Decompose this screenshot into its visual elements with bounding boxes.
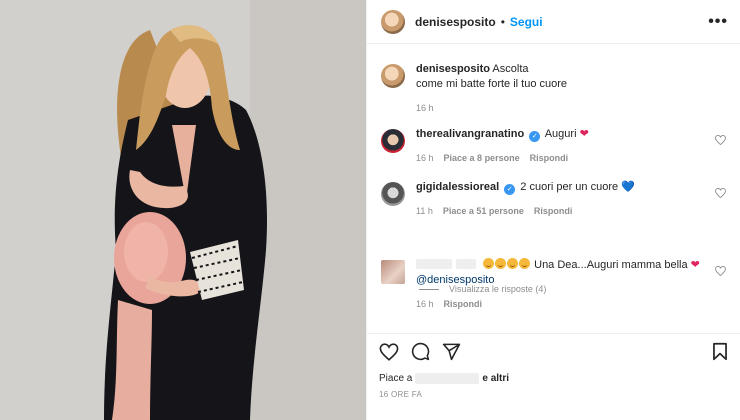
comment-age[interactable]: 16 h — [416, 297, 434, 312]
post-photo[interactable] — [0, 0, 366, 420]
more-icon[interactable]: ••• — [708, 13, 728, 30]
caption-text-line2: come mi batte forte il tuo cuore — [416, 78, 568, 90]
heart-icon[interactable] — [379, 342, 399, 361]
smiley-emoji — [483, 258, 495, 269]
separator-dot: • — [500, 14, 505, 29]
comment-text: 2 cuori per un cuore — [520, 181, 619, 193]
author-avatar[interactable] — [381, 9, 405, 34]
replies-divider — [419, 288, 439, 290]
post-timestamp[interactable]: 16 ORE FA — [379, 390, 728, 399]
author-username[interactable]: denisesposito — [415, 15, 496, 29]
commenter-avatar[interactable] — [381, 260, 405, 284]
likes-suffix: e altri — [482, 373, 510, 384]
comment-item: therealivangranatino ✓ Auguri ❤ 16 h Pia… — [381, 127, 728, 166]
reply-button[interactable]: Rispondi — [534, 204, 573, 219]
red-heart-emoji: ❤ — [579, 128, 589, 140]
red-heart-emoji: ❤ — [690, 259, 700, 271]
reply-button[interactable]: Rispondi — [444, 297, 483, 312]
view-replies-button[interactable]: Visualizza le risposte (4) — [419, 284, 546, 294]
post-header: denisesposito • Segui ••• — [367, 0, 740, 44]
smiley-emoji — [495, 258, 507, 269]
like-comment-heart-icon[interactable] — [715, 188, 726, 198]
like-comment-heart-icon[interactable] — [715, 266, 726, 276]
like-comment-heart-icon[interactable] — [715, 135, 726, 145]
post-actions: Piace a e altri 16 ORE FA — [367, 333, 740, 420]
caption: denisesposito Ascolta come mi batte fort… — [381, 62, 728, 116]
reply-button[interactable]: Rispondi — [530, 151, 569, 166]
comment-age[interactable]: 16 h — [416, 151, 434, 166]
commenter-avatar[interactable] — [381, 129, 405, 153]
likes-summary[interactable]: Piace a e altri — [379, 373, 728, 384]
caption-text-line1: Ascolta — [492, 63, 529, 75]
likes-prefix: Piace a — [379, 373, 413, 384]
comment-likes[interactable]: Piace a 8 persone — [444, 151, 520, 166]
view-replies-label: Visualizza le risposte (4) — [449, 284, 547, 294]
verified-icon: ✓ — [529, 131, 541, 142]
blurred-username — [456, 259, 476, 269]
bookmark-icon[interactable] — [712, 342, 728, 361]
verified-icon: ✓ — [504, 184, 516, 195]
comment-age[interactable]: 11 h — [416, 204, 433, 219]
smiley-emoji — [519, 258, 531, 269]
pregnant-woman-photo — [0, 0, 366, 420]
caption-avatar[interactable] — [381, 64, 405, 88]
commenter-username[interactable]: therealivangranatino — [416, 128, 524, 140]
comment-text: Auguri — [544, 128, 577, 140]
follow-button[interactable]: Segui — [510, 15, 543, 29]
blurred-username — [416, 259, 452, 269]
commenter-avatar[interactable] — [381, 182, 405, 206]
blue-heart-emoji: 💙 — [621, 181, 635, 193]
comment-icon[interactable] — [411, 342, 430, 361]
comment-likes[interactable]: Piace a 51 persone — [443, 204, 524, 219]
commenter-username[interactable]: gigidalessioreal — [416, 181, 499, 193]
comment-item: gigidalessioreal ✓ 2 cuori per un cuore … — [381, 180, 728, 219]
caption-username[interactable]: denisesposito — [416, 63, 490, 75]
comment-text: Una Dea...Auguri mamma bella — [534, 259, 688, 271]
smiley-emoji — [507, 258, 519, 269]
caption-age[interactable]: 16 h — [416, 101, 434, 116]
share-icon[interactable] — [442, 342, 461, 361]
post-details-panel: denisesposito • Segui ••• denisesposito … — [366, 0, 740, 420]
blurred-liker-name — [415, 373, 480, 384]
